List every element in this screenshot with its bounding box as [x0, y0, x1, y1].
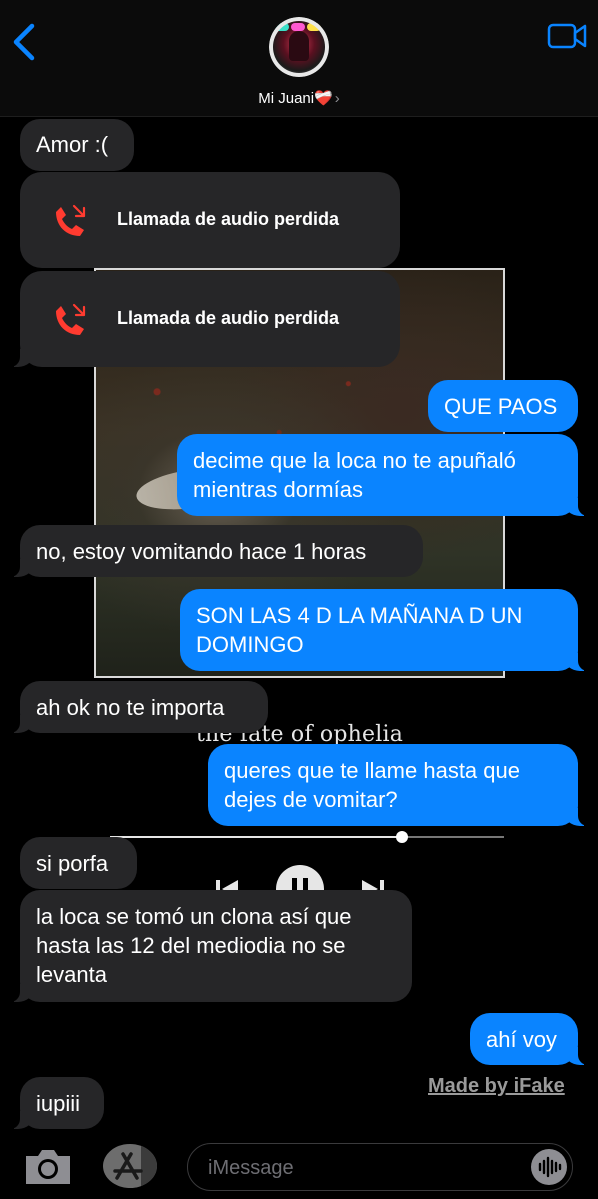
message-incoming[interactable]: la loca se tomó un clona así que hasta l… [10, 890, 412, 1002]
video-camera-icon[interactable] [546, 20, 588, 52]
message-incoming[interactable]: iupiii [10, 1077, 104, 1129]
chevron-left-icon[interactable] [8, 22, 44, 62]
message-outgoing[interactable]: QUE PAOS [428, 380, 578, 432]
message-incoming[interactable]: ah ok no te importa [10, 681, 268, 733]
missed-call-bubble[interactable]: Llamada de audio perdida [10, 271, 400, 367]
message-input-field[interactable] [187, 1143, 573, 1191]
app-store-icon [113, 1152, 143, 1180]
missed-call-icon [56, 204, 86, 236]
message-outgoing[interactable]: ahí voy [470, 1013, 588, 1065]
message-outgoing[interactable]: decime que la loca no te apuñaló mientra… [177, 434, 588, 516]
waveform-icon [538, 1156, 562, 1178]
missed-call-label: Llamada de audio perdida [117, 308, 340, 328]
missed-call-label: Llamada de audio perdida [117, 209, 340, 229]
message-incoming[interactable]: Amor :( [20, 119, 134, 171]
watermark: Made by iFake [428, 1075, 565, 1097]
progress-knob [395, 831, 408, 843]
chevron-right-icon: › [334, 90, 340, 107]
message-incoming[interactable]: no, estoy vomitando hace 1 horas [10, 525, 423, 577]
contact-name-row[interactable]: Mi Juani❤️‍🩹 › [0, 89, 598, 107]
message-outgoing[interactable]: queres que te llame hasta que dejes de v… [208, 744, 588, 826]
chat-header: Mi Juani❤️‍🩹 › [0, 0, 598, 117]
message-incoming[interactable]: si porfa [20, 837, 137, 889]
audio-message-button[interactable] [531, 1149, 567, 1185]
missed-call-icon [56, 303, 86, 335]
message-outgoing[interactable]: SON LAS 4 D LA MAÑANA D UN DOMINGO [180, 589, 588, 671]
missed-call-bubble[interactable]: Llamada de audio perdida [20, 172, 400, 268]
camera-icon[interactable] [22, 1146, 74, 1186]
contact-name: Mi Juani❤️‍🩹 [258, 90, 333, 107]
playback-progress-bar [110, 831, 504, 843]
imessage-input[interactable] [206, 1152, 510, 1184]
app-store-button[interactable] [103, 1144, 157, 1188]
avatar[interactable] [269, 17, 329, 77]
